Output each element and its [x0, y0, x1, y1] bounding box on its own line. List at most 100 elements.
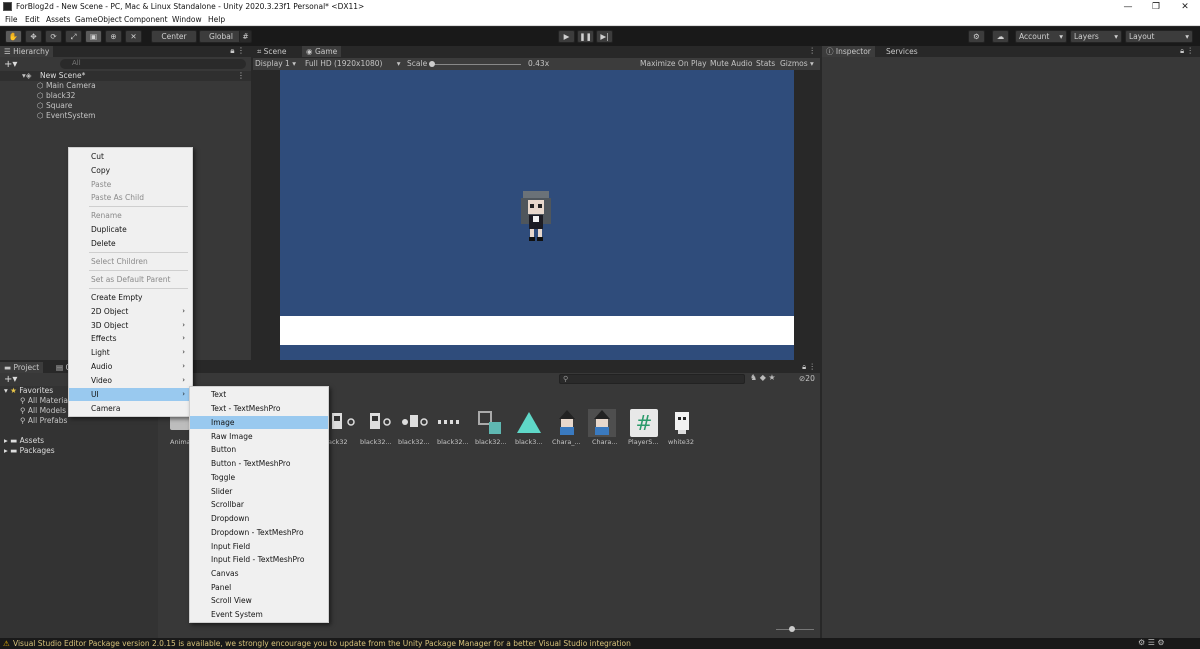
minimize-button[interactable]: —	[1113, 0, 1143, 14]
add-icon[interactable]: +▾	[4, 59, 17, 70]
menu-item-create-empty[interactable]: Create Empty	[69, 291, 192, 304]
menu-window[interactable]: Window	[172, 15, 202, 24]
custom-tool-icon[interactable]: ✕	[125, 30, 142, 43]
hierarchy-item[interactable]: ⬡ Square	[37, 101, 96, 111]
rect-tool-icon[interactable]: ▣	[85, 30, 102, 43]
menu-item-duplicate[interactable]: Duplicate	[69, 223, 192, 236]
resolution-dropdown[interactable]: Full HD (1920x1080) ▾	[305, 59, 401, 68]
sprite-icon[interactable]	[400, 409, 428, 437]
collab-icon[interactable]: ⚙	[968, 30, 985, 43]
favorites-row[interactable]: ▾ ★ Favorites	[4, 386, 53, 395]
submenu-item-text-tmp[interactable]: Text - TextMeshPro	[190, 402, 328, 415]
submenu-item-input-field-tmp[interactable]: Input Field - TextMeshPro	[190, 553, 328, 566]
gizmos-dropdown[interactable]: Gizmos ▾	[780, 59, 814, 68]
hierarchy-search-input[interactable]: All	[60, 59, 246, 69]
favorite-item[interactable]: ⚲ All Prefabs	[20, 416, 74, 426]
status-icons[interactable]: ⚙ ☰ ⚙	[1138, 638, 1165, 647]
menu-item-3d-object[interactable]: 3D Object ›	[69, 319, 192, 332]
submenu-item-text[interactable]: Text	[190, 388, 328, 401]
menu-file[interactable]: File	[5, 15, 18, 24]
submenu-item-button-tmp[interactable]: Button - TextMeshPro	[190, 457, 328, 470]
tab-game[interactable]: ◉ Game	[302, 46, 342, 57]
lock-icon[interactable]: 🔒︎ ⋮	[1180, 46, 1194, 56]
submenu-item-canvas[interactable]: Canvas	[190, 567, 328, 580]
menu-item-audio[interactable]: Audio ›	[69, 360, 192, 373]
status-bar[interactable]: ⚠ Visual Studio Editor Package version 2…	[0, 638, 1200, 649]
menu-help[interactable]: Help	[208, 15, 225, 24]
icon-size-slider-thumb[interactable]	[789, 626, 795, 632]
close-button[interactable]: ✕	[1170, 0, 1200, 14]
menu-item-video[interactable]: Video ›	[69, 374, 192, 387]
add-asset-icon[interactable]: +▾	[4, 374, 17, 385]
submenu-item-event-system[interactable]: Event System	[190, 608, 328, 621]
scale-slider-track[interactable]	[431, 64, 521, 65]
lock-icon[interactable]: 🔒︎ ⋮	[802, 362, 816, 372]
submenu-item-input-field[interactable]: Input Field	[190, 540, 328, 553]
stats-toggle[interactable]: Stats	[756, 59, 775, 68]
submenu-item-slider[interactable]: Slider	[190, 485, 328, 498]
pause-button[interactable]: ❚❚	[577, 30, 594, 43]
menu-assets[interactable]: Assets	[46, 15, 70, 24]
game-render-area[interactable]	[280, 70, 794, 360]
submenu-item-scrollbar[interactable]: Scrollbar	[190, 498, 328, 511]
sprite-icon[interactable]	[436, 409, 464, 437]
icon-size-slider[interactable]	[776, 629, 814, 630]
game-menu-icon[interactable]: ⋮	[809, 46, 817, 55]
menu-item-delete[interactable]: Delete	[69, 237, 192, 250]
menu-item-2d-object[interactable]: 2D Object ›	[69, 305, 192, 318]
folder-packages[interactable]: ▸ ▬ Packages	[4, 446, 55, 456]
submenu-item-raw-image[interactable]: Raw Image	[190, 430, 328, 443]
sprite-icon[interactable]	[328, 409, 356, 437]
pivot-center-button[interactable]: Center	[151, 30, 197, 43]
hierarchy-item[interactable]: ⬡ black32	[37, 91, 96, 101]
transform-tool-icon[interactable]: ⊕	[105, 30, 122, 43]
scale-tool-icon[interactable]: ⤢	[65, 30, 82, 43]
tab-scene[interactable]: ⌗ Scene	[253, 46, 290, 57]
submenu-item-panel[interactable]: Panel	[190, 581, 328, 594]
pivot-global-button[interactable]: Global	[199, 30, 243, 43]
rotate-tool-icon[interactable]: ⟳	[45, 30, 62, 43]
script-icon[interactable]: #	[630, 409, 658, 437]
sprite-icon[interactable]	[668, 409, 696, 437]
project-search-input[interactable]: ⚲	[559, 374, 745, 384]
favorite-item[interactable]: ⚲ All Materials	[20, 396, 74, 406]
favorite-item[interactable]: ⚲ All Models	[20, 406, 74, 416]
maximize-button[interactable]: ❐	[1141, 0, 1171, 14]
menu-item-light[interactable]: Light ›	[69, 346, 192, 359]
tab-hierarchy[interactable]: ☰ Hierarchy	[0, 46, 54, 57]
cloud-icon[interactable]: ☁	[992, 30, 1009, 43]
hierarchy-item[interactable]: ⬡ EventSystem	[37, 111, 96, 121]
scale-slider-thumb[interactable]	[429, 61, 435, 67]
menu-gameobject[interactable]: GameObject	[75, 15, 122, 24]
menu-component[interactable]: Component	[124, 15, 168, 24]
layout-dropdown[interactable]: Layout ▾	[1125, 30, 1193, 43]
move-tool-icon[interactable]: ✥	[25, 30, 42, 43]
folder-assets[interactable]: ▸ ▬ Assets	[4, 436, 55, 446]
character-icon[interactable]	[553, 409, 581, 437]
submenu-item-toggle[interactable]: Toggle	[190, 471, 328, 484]
display-dropdown[interactable]: Display 1 ▾	[255, 59, 296, 68]
menu-edit[interactable]: Edit	[25, 15, 40, 24]
submenu-item-dropdown[interactable]: Dropdown	[190, 512, 328, 525]
submenu-item-scroll-view[interactable]: Scroll View	[190, 594, 328, 607]
sprite-icon[interactable]	[476, 409, 504, 437]
sprite-icon[interactable]	[364, 409, 392, 437]
grid-snap-icon[interactable]: #	[239, 30, 252, 43]
submenu-item-button[interactable]: Button	[190, 443, 328, 456]
lock-icon[interactable]: 🔒︎ ⋮	[230, 46, 245, 56]
hand-tool-icon[interactable]: ✋	[5, 30, 22, 43]
tab-services[interactable]: Services	[882, 46, 922, 57]
mute-audio-toggle[interactable]: Mute Audio	[710, 59, 752, 68]
menu-item-effects[interactable]: Effects ›	[69, 332, 192, 345]
scene-menu-icon[interactable]: ⋮	[237, 71, 245, 80]
account-dropdown[interactable]: Account ▾	[1015, 30, 1067, 43]
submenu-item-image[interactable]: Image	[190, 416, 328, 429]
layers-dropdown[interactable]: Layers ▾	[1070, 30, 1122, 43]
scene-row[interactable]: ▾◈ New Scene* ⋮	[0, 71, 251, 81]
maximize-on-play-toggle[interactable]: Maximize On Play	[640, 59, 707, 68]
tab-inspector[interactable]: ⓘ Inspector	[822, 46, 875, 57]
step-button[interactable]: ▶|	[596, 30, 613, 43]
triangle-icon[interactable]	[515, 409, 543, 437]
hierarchy-item[interactable]: ⬡ Main Camera	[37, 81, 96, 91]
menu-item-ui[interactable]: UI ›	[69, 388, 192, 401]
